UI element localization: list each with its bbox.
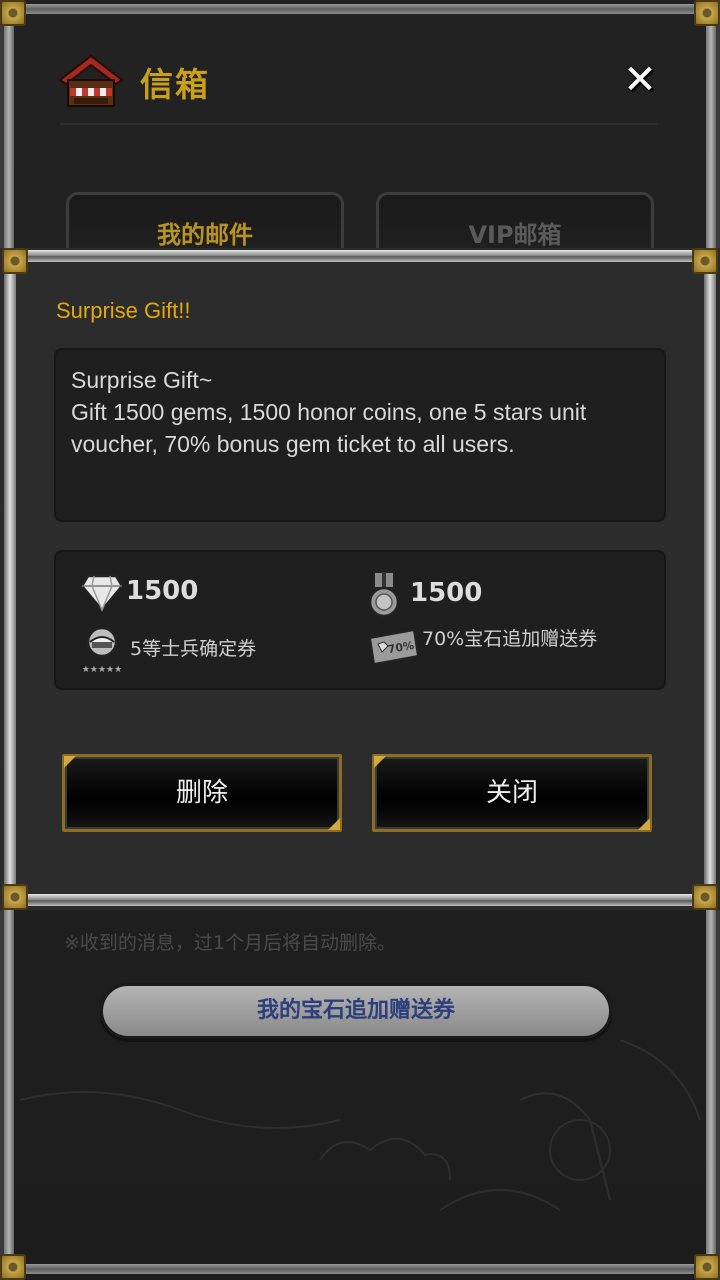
header-divider — [60, 123, 658, 125]
popup-right-rail — [704, 258, 716, 898]
message-line: Gift 1500 gems, 1500 honor coins, one 5 … — [71, 399, 587, 425]
page-title: 信箱 — [140, 65, 210, 104]
popup-corner-bottom-right — [692, 884, 718, 910]
frame-bottom-rail — [0, 1264, 720, 1274]
close-icon[interactable]: ✕ — [620, 60, 660, 100]
popup-bottom-rail — [8, 894, 712, 906]
mail-title: Surprise Gift!! — [56, 298, 191, 323]
gem-ticket-icon: 70% — [368, 628, 420, 666]
gem-ticket-label: 70%宝石追加赠送券 — [422, 628, 598, 650]
close-popup-button[interactable]: 关闭 — [372, 754, 652, 832]
message-line: Surprise Gift~ — [71, 367, 213, 393]
svg-text:★★★★★: ★★★★★ — [82, 665, 122, 675]
unit-voucher-icon: ★★★★★ — [82, 626, 122, 675]
honor-amount: 1500 — [410, 578, 483, 608]
gems-amount: 1500 — [126, 576, 199, 606]
popup-top-rail — [8, 250, 712, 262]
tab-vip-mail[interactable]: VIP邮箱 — [376, 192, 654, 252]
popup-left-rail — [4, 258, 16, 898]
gem-icon — [80, 574, 124, 612]
honor-medal-icon — [368, 571, 400, 618]
frame-corner-top-right — [694, 0, 720, 26]
frame-top-rail — [0, 4, 720, 14]
mail-message-box: Surprise Gift~ Gift 1500 gems, 1500 hono… — [54, 348, 666, 522]
mailbox-house-icon — [58, 54, 124, 107]
gem-coupon-button[interactable]: 我的宝石追加赠送券 — [100, 983, 612, 1039]
message-line: voucher, 70% bonus gem ticket to all use… — [71, 431, 515, 457]
auto-delete-notice: ※收到的消息，过1个月后将自动删除。 — [64, 932, 397, 954]
popup-corner-top-right — [692, 248, 718, 274]
background-sketch-art — [20, 1040, 701, 1211]
popup-corner-bottom-left — [2, 884, 28, 910]
unit-voucher-label: 5等士兵确定券 — [130, 638, 257, 660]
tab-my-mail[interactable]: 我的邮件 — [66, 192, 344, 252]
delete-button[interactable]: 删除 — [62, 754, 342, 832]
frame-corner-top-left — [0, 0, 26, 26]
popup-corner-top-left — [2, 248, 28, 274]
reward-box: 1500 1500 ★★★★★ 5等士兵确定券 70% 70%宝石追加赠送券 — [54, 550, 666, 690]
